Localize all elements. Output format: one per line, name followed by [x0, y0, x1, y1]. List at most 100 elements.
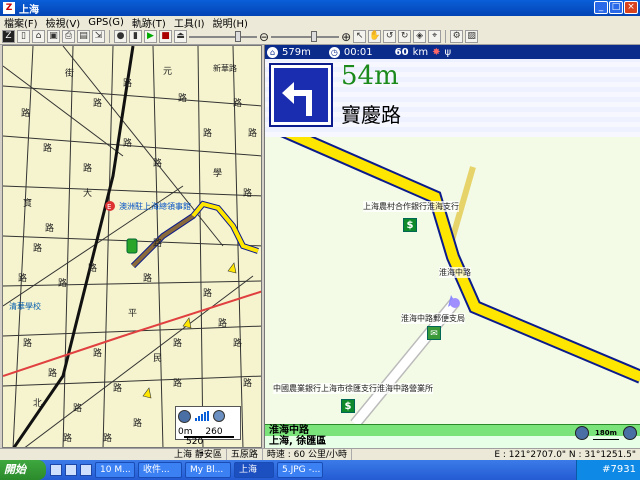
- road-label: 學: [213, 167, 222, 179]
- road-label: 大: [83, 187, 92, 199]
- status-speed: 時速 : 60 公里/小時: [263, 448, 352, 461]
- post-office-icon[interactable]: ✉: [427, 326, 441, 340]
- close-button[interactable]: ×: [624, 1, 638, 14]
- scale-bar: [184, 436, 234, 438]
- road-label: 路: [18, 272, 27, 284]
- taskbar: 開始 10 M... 收件... My Bl... 上海 5.JPG -... …: [0, 460, 640, 480]
- clock-icon: ◷: [328, 46, 340, 58]
- taskbar-item[interactable]: 10 M...: [95, 462, 135, 478]
- quick-launch-icon[interactable]: [80, 464, 92, 476]
- zoom-slider[interactable]: [271, 30, 340, 43]
- menu-bar: 檔案(F) 檢視(V) GPS(G) 軌跡(T) 工具(I) 說明(H): [0, 15, 640, 30]
- satellite-icon[interactable]: [213, 410, 225, 422]
- system-tray-clock[interactable]: #7931: [576, 460, 640, 480]
- 3d-route-view[interactable]: 上海農村合作銀行淮海支行 $ 淮海中路 淮海中路郵便支局 ✉ 中國農業銀行上海市…: [265, 120, 640, 428]
- bank-icon[interactable]: $: [403, 218, 417, 232]
- road-label: 路: [63, 432, 72, 444]
- status-bar: 上海 靜安區 五原路 時速 : 60 公里/小時 E : 121°2707.0"…: [0, 448, 640, 461]
- taskbar-item-active[interactable]: 上海: [234, 462, 274, 478]
- taskbar-item[interactable]: 5.JPG -...: [277, 462, 323, 478]
- road-label: 路: [93, 97, 102, 109]
- label-bank2: 中國農業銀行上海市徐匯支行淮海中路營業所: [273, 383, 433, 394]
- gps-icon[interactable]: ⌖: [428, 30, 442, 43]
- road-label: 北: [33, 398, 42, 409]
- road-label: 路: [23, 337, 32, 349]
- road-label: 路: [73, 402, 82, 414]
- compass-icon[interactable]: [178, 409, 191, 423]
- stop-icon[interactable]: ■: [159, 30, 172, 43]
- menu-track[interactable]: 軌跡(T): [128, 15, 170, 30]
- road-label: 路: [243, 377, 252, 389]
- warning-icon: ✸: [432, 46, 441, 58]
- rotate-left-icon[interactable]: ↺: [383, 30, 397, 43]
- menu-file[interactable]: 檔案(F): [0, 15, 42, 30]
- speed-slider-thumb[interactable]: [235, 31, 241, 42]
- quick-launch-icon[interactable]: [50, 464, 62, 476]
- zoom-slider-thumb[interactable]: [311, 31, 318, 42]
- vehicle-position-icon: [450, 298, 460, 308]
- title-bar: Z 上海 _ □ ×: [0, 0, 640, 16]
- label-bank1: 上海農村合作銀行淮海支行: [363, 201, 459, 212]
- taskbar-item[interactable]: 收件...: [138, 462, 182, 478]
- pointer-icon[interactable]: ↖: [353, 30, 367, 43]
- menu-gps[interactable]: GPS(G): [84, 17, 128, 28]
- turn-instruction: 54m 寶慶路: [265, 59, 640, 137]
- zoom-slider-track: [271, 36, 340, 38]
- navigation-panel: ⌂ 579m ◷ 00:01 60 km ✸ ψ 54m 寶慶路 上海農村合作銀…: [264, 45, 640, 448]
- step-icon[interactable]: ▮: [129, 30, 142, 43]
- menu-tools[interactable]: 工具(I): [170, 15, 209, 30]
- vehicle-icon: [126, 238, 138, 254]
- status-district: 上海 靜安區: [170, 448, 227, 461]
- road-label: 路: [43, 142, 52, 154]
- tilt-icon[interactable]: ◈: [413, 30, 427, 43]
- nav-widget-icons: 180m: [575, 426, 637, 440]
- picture-icon[interactable]: ▨: [465, 30, 479, 43]
- play-icon[interactable]: ▶: [144, 30, 157, 43]
- road-label: 路: [203, 287, 212, 299]
- location-text: 上海, 徐匯區: [269, 436, 327, 447]
- new-file-icon[interactable]: ▯: [17, 30, 30, 43]
- app-icon: Z: [3, 2, 15, 14]
- road-label: 路: [113, 382, 122, 394]
- label-post: 淮海中路郵便支局: [401, 313, 465, 324]
- scale-widget-icons: [176, 407, 240, 425]
- road-label: 路: [45, 222, 54, 234]
- bank-icon[interactable]: $: [341, 399, 355, 413]
- turn-sign: [269, 63, 333, 127]
- turn-sign-face: [274, 68, 328, 122]
- speed-slider[interactable]: [189, 30, 257, 43]
- taskbar-item[interactable]: My Bl...: [185, 462, 231, 478]
- eject-icon[interactable]: ⏏: [174, 30, 187, 43]
- print-icon[interactable]: ⎙: [62, 30, 75, 43]
- overview-map[interactable]: E 澳洲駐上海總領事館 清華學校 路路街路寶路元新華路路路路路學路路路路平路路路…: [2, 45, 262, 448]
- save-icon[interactable]: ▣: [47, 30, 60, 43]
- satellite-icon[interactable]: [623, 426, 637, 440]
- road-label: 路: [218, 317, 227, 329]
- zoom-out-icon[interactable]: ⊖: [259, 30, 269, 44]
- road-label: 路: [58, 277, 67, 289]
- export-icon[interactable]: ⇲: [92, 30, 105, 43]
- toolbar-separator: [109, 30, 110, 43]
- settings-icon[interactable]: ⚙: [450, 30, 464, 43]
- rotate-right-icon[interactable]: ↻: [398, 30, 412, 43]
- maximize-button[interactable]: □: [609, 1, 623, 14]
- compass-icon[interactable]: [575, 426, 589, 440]
- menu-help[interactable]: 說明(H): [209, 15, 252, 30]
- record-icon[interactable]: ●: [114, 30, 127, 43]
- start-button[interactable]: 開始: [0, 460, 46, 480]
- poi-label: 澳洲駐上海總領事館: [119, 201, 191, 211]
- hand-icon[interactable]: ✋: [368, 30, 382, 43]
- quick-launch-icon[interactable]: [65, 464, 77, 476]
- open-folder-icon[interactable]: ⌂: [32, 30, 45, 43]
- road-label: 路: [123, 77, 132, 89]
- minimize-button[interactable]: _: [594, 1, 608, 14]
- turn-left-arrow-icon: [282, 82, 312, 116]
- road-label: 平: [128, 308, 137, 319]
- map-icon[interactable]: ▤: [77, 30, 90, 43]
- overview-map-canvas[interactable]: E 澳洲駐上海總領事館 清華學校 路路街路寶路元 新華路路路路路 學路路路 路平路路路…: [3, 46, 262, 448]
- road-label: 新華路: [213, 63, 237, 73]
- logo-icon[interactable]: Z: [2, 30, 15, 43]
- menu-view[interactable]: 檢視(V): [42, 15, 85, 30]
- zoom-in-icon[interactable]: ⊕: [341, 30, 351, 44]
- road-label: 路: [233, 97, 242, 109]
